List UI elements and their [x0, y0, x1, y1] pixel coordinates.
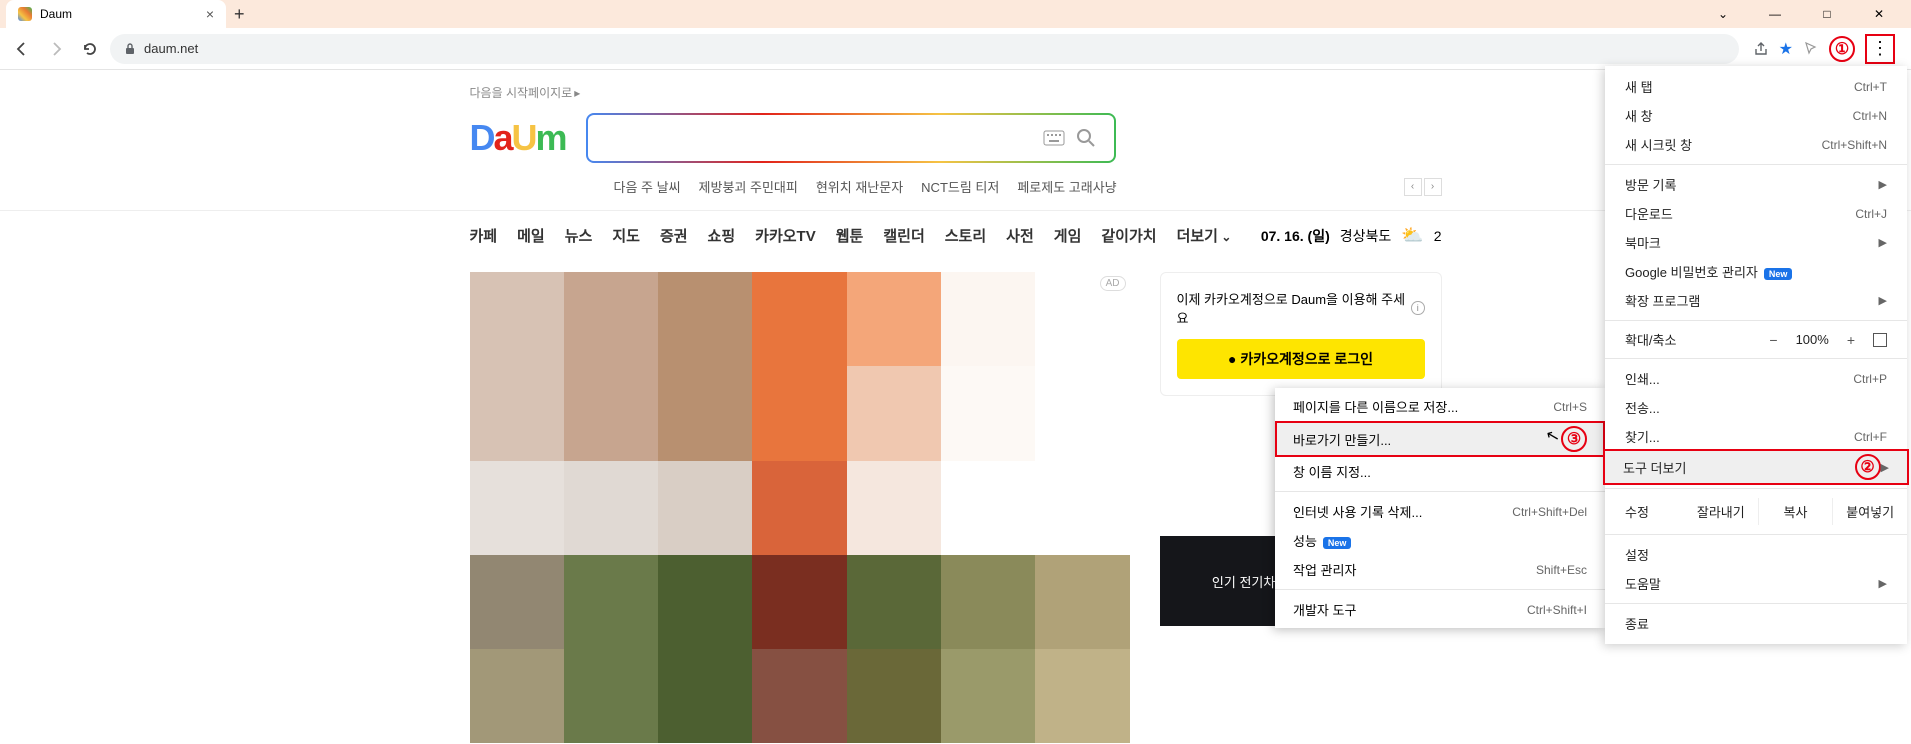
browser-main-menu: 새 탭Ctrl+T 새 창Ctrl+N 새 시크릿 창Ctrl+Shift+N …	[1605, 66, 1907, 644]
login-panel: 이제 카카오계정으로 Daum을 이용해 주세요 i ● 카카오계정으로 로그인	[1160, 272, 1442, 396]
trend-item[interactable]: 다음 주 날씨	[614, 177, 681, 196]
edit-copy[interactable]: 복사	[1759, 498, 1834, 525]
window-close-icon[interactable]: ✕	[1859, 7, 1899, 21]
keyboard-icon[interactable]	[1042, 126, 1066, 150]
fullscreen-icon[interactable]	[1873, 333, 1887, 347]
menu-help[interactable]: 도움말▶	[1605, 569, 1907, 598]
trend-item[interactable]: 현위치 재난문자	[816, 177, 903, 196]
menu-extensions[interactable]: 확장 프로그램▶	[1605, 286, 1907, 315]
trend-item[interactable]: NCT드림 티저	[921, 177, 999, 196]
trend-item[interactable]: 제방붕괴 주민대피	[699, 177, 798, 196]
gnb-kakaotv[interactable]: 카카오TV	[755, 225, 816, 246]
gnb-cafe[interactable]: 카페	[470, 225, 498, 246]
lock-icon	[124, 43, 136, 55]
trend-item[interactable]: 페로제도 고래사냥	[1017, 177, 1116, 196]
trend-next-icon[interactable]: ›	[1424, 178, 1442, 196]
annotation-1: ①	[1829, 36, 1855, 62]
login-message: 이제 카카오계정으로 Daum을 이용해 주세요	[1177, 289, 1408, 327]
set-homepage-link[interactable]: 다음을 시작페이지로	[470, 70, 1442, 109]
zoom-out-button[interactable]: −	[1769, 332, 1777, 348]
gnb-stock[interactable]: 증권	[660, 225, 688, 246]
search-box[interactable]	[586, 113, 1116, 163]
menu-history[interactable]: 방문 기록▶	[1605, 170, 1907, 199]
menu-print[interactable]: 인쇄...Ctrl+P	[1605, 364, 1907, 393]
forward-button[interactable]	[42, 35, 70, 63]
search-input[interactable]	[604, 129, 1034, 147]
menu-edit-row: 수정 잘라내기 복사 붙여넣기	[1605, 494, 1907, 529]
annotation-3: ③	[1561, 426, 1587, 452]
submenu-save-as[interactable]: 페이지를 다른 이름으로 저장...Ctrl+S	[1275, 392, 1605, 421]
new-tab-button[interactable]: +	[234, 4, 245, 25]
menu-settings[interactable]: 설정	[1605, 540, 1907, 569]
submenu-devtools[interactable]: 개발자 도구Ctrl+Shift+I	[1275, 595, 1605, 624]
browser-menu-button[interactable]: ⋮	[1865, 34, 1895, 64]
menu-cast[interactable]: 전송...	[1605, 393, 1907, 422]
url-text: daum.net	[144, 41, 198, 56]
toolbar-actions: ★ ① ⋮	[1745, 34, 1903, 64]
menu-find[interactable]: 찾기...Ctrl+F	[1605, 422, 1907, 451]
search-icon[interactable]	[1074, 126, 1098, 150]
window-minimize-icon[interactable]: —	[1755, 7, 1795, 21]
ad-badge: AD	[1100, 276, 1126, 291]
global-nav: 카페 메일 뉴스 지도 증권 쇼핑 카카오TV 웹툰 캘린더 스토리 사전 게임…	[470, 211, 1442, 260]
gnb-mail[interactable]: 메일	[517, 225, 545, 246]
info-icon[interactable]: i	[1411, 301, 1425, 315]
back-button[interactable]	[8, 35, 36, 63]
menu-more-tools[interactable]: 도구 더보기 ② ▶	[1603, 449, 1909, 485]
submenu-performance[interactable]: 성능New	[1275, 526, 1605, 555]
gnb-game[interactable]: 게임	[1054, 225, 1082, 246]
submenu-name-window[interactable]: 창 이름 지정...	[1275, 457, 1605, 486]
bookmark-star-icon[interactable]: ★	[1779, 39, 1793, 59]
gnb-news[interactable]: 뉴스	[565, 225, 593, 246]
browser-titlebar: Daum × + ⌄ — □ ✕	[0, 0, 1911, 28]
date-label: 07. 16. (일)	[1261, 226, 1330, 246]
menu-new-window[interactable]: 새 창Ctrl+N	[1605, 101, 1907, 130]
share-icon[interactable]	[1753, 41, 1769, 57]
gnb-webtoon[interactable]: 웹툰	[836, 225, 864, 246]
main-ad-area[interactable]: AD	[470, 272, 1130, 743]
edit-cut[interactable]: 잘라내기	[1684, 498, 1759, 525]
gnb-map[interactable]: 지도	[612, 225, 640, 246]
gnb-shop[interactable]: 쇼핑	[708, 225, 736, 246]
menu-downloads[interactable]: 다운로드Ctrl+J	[1605, 199, 1907, 228]
trend-prev-icon[interactable]: ‹	[1404, 178, 1422, 196]
trending-keywords: 다음 주 날씨 제방붕괴 주민대피 현위치 재난문자 NCT드림 티저 페로제도…	[470, 171, 1442, 210]
weather-icon: ⛅	[1401, 225, 1423, 246]
submenu-clear-data[interactable]: 인터넷 사용 기록 삭제...Ctrl+Shift+Del	[1275, 497, 1605, 526]
address-bar[interactable]: daum.net	[110, 34, 1739, 64]
browser-tab[interactable]: Daum ×	[6, 0, 226, 28]
region-label: 경상북도	[1340, 226, 1392, 246]
window-dropdown-icon[interactable]: ⌄	[1703, 7, 1743, 21]
annotation-2: ②	[1855, 454, 1881, 480]
edit-label: 수정	[1605, 498, 1684, 525]
pixelated-image	[470, 272, 1130, 743]
menu-new-tab[interactable]: 새 탭Ctrl+T	[1605, 72, 1907, 101]
gnb-more[interactable]: 더보기	[1177, 225, 1232, 246]
tab-title: Daum	[40, 7, 72, 21]
menu-password-manager[interactable]: Google 비밀번호 관리자New	[1605, 257, 1907, 286]
browser-toolbar: daum.net ★ ① ⋮	[0, 28, 1911, 70]
edit-paste[interactable]: 붙여넣기	[1833, 498, 1907, 525]
window-controls: ⌄ — □ ✕	[1691, 7, 1911, 21]
zoom-value: 100%	[1796, 332, 1829, 347]
window-maximize-icon[interactable]: □	[1807, 7, 1847, 21]
daum-favicon	[18, 7, 32, 21]
menu-new-incognito[interactable]: 새 시크릿 창Ctrl+Shift+N	[1605, 130, 1907, 159]
gnb-together[interactable]: 같이가치	[1101, 225, 1156, 246]
daum-logo[interactable]: DaUm	[470, 117, 566, 159]
kakao-login-button[interactable]: ● 카카오계정으로 로그인	[1177, 339, 1425, 379]
tab-close-icon[interactable]: ×	[206, 6, 214, 22]
menu-exit[interactable]: 종료	[1605, 609, 1907, 638]
menu-bookmarks[interactable]: 북마크▶	[1605, 228, 1907, 257]
gnb-dict[interactable]: 사전	[1006, 225, 1034, 246]
submenu-task-manager[interactable]: 작업 관리자Shift+Esc	[1275, 555, 1605, 584]
reload-button[interactable]	[76, 35, 104, 63]
menu-zoom: 확대/축소 − 100% +	[1605, 326, 1907, 353]
cursor-select-icon[interactable]	[1803, 41, 1819, 57]
temperature: 2	[1434, 228, 1442, 244]
zoom-in-button[interactable]: +	[1847, 332, 1855, 348]
gnb-calendar[interactable]: 캘린더	[883, 225, 924, 246]
gnb-story[interactable]: 스토리	[945, 225, 986, 246]
